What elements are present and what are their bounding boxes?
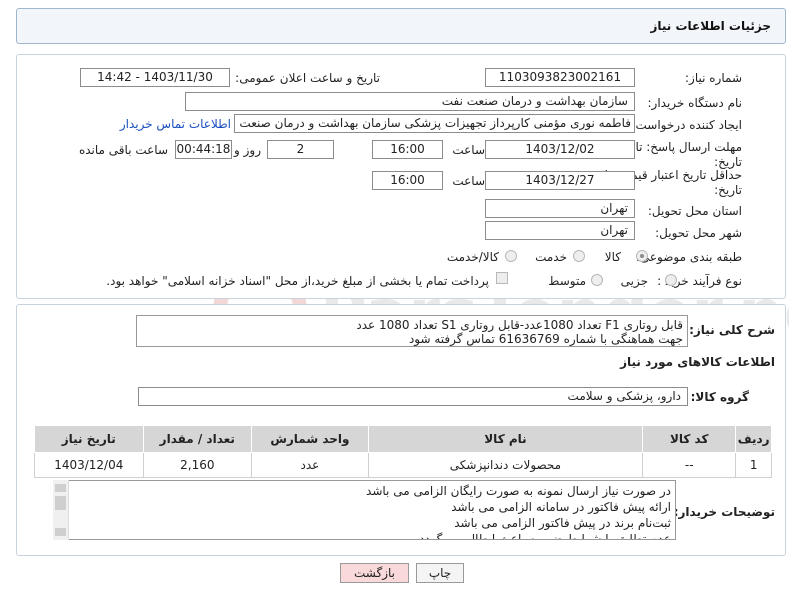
page-title: جزئیات اطلاعات نیاز [650,19,771,33]
reply-deadline-label: مهلت ارسال پاسخ: تا [635,140,742,154]
category-radio-service[interactable] [573,250,585,262]
remaining-days-label: روز و [234,143,261,157]
col-name: نام کالا [367,425,644,453]
purchase-type-radio-medium[interactable] [591,274,603,286]
treasury-checkbox[interactable] [496,272,508,284]
remaining-time-field: 00:44:18 [175,140,232,159]
description-line-1: قابل روتاری F1 تعداد 1080عدد-قابل روتاری… [356,318,683,332]
description-field: قابل روتاری F1 تعداد 1080عدد-قابل روتاری… [136,315,688,347]
cell-code: -- [642,452,737,478]
purchase-type-option-minor: جزیی [620,274,648,288]
reply-deadline-date-label: تاریخ: [714,155,742,169]
buyer-org-field: سازمان بهداشت و درمان صنعت نفت [185,92,635,111]
cell-unit: عدد [251,452,369,478]
cell-row: 1 [735,452,772,478]
cell-name: محصولات دندانپزشکی [367,452,644,478]
buyer-notes-label: توضیحات خریدار: [673,505,775,519]
buyer-contact-link[interactable]: اطلاعات تماس خریدار [120,117,231,131]
cell-qty: 2,160 [142,452,253,478]
reply-deadline-date-field: 1403/12/02 [485,140,635,159]
goods-group-label: گروه کالا: [690,390,749,404]
delivery-province-label: استان محل تحویل: [647,204,742,218]
buyer-note-line-1: در صورت نیاز ارسال نمونه به صورت رایگان … [366,484,671,498]
reply-deadline-time-label: ساعت [452,143,485,157]
price-validity-time-label: ساعت [452,174,485,188]
price-validity-date-field: 1403/12/27 [485,171,635,190]
buyer-note-line-2: ارائه پیش فاکتور در سامانه الزامی می باش… [451,500,671,514]
print-button[interactable]: چاپ [416,563,464,583]
buyer-notes-scrollbar[interactable] [53,480,69,540]
requester-label: ایجاد کننده درخواست: [631,118,742,132]
price-validity-date-label: تاریخ: [714,183,742,197]
cell-date: 1403/12/04 [34,452,144,478]
buyer-org-label: نام دستگاه خریدار: [647,96,743,110]
remaining-days-field: 2 [267,140,334,159]
remaining-time-label: ساعت باقی مانده [78,143,168,157]
need-number-field: 1103093823002161 [485,68,635,87]
col-code: کد کالا [642,425,737,453]
scroll-up-arrow[interactable] [55,484,66,492]
announce-datetime-field: 1403/11/30 - 14:42 [80,68,230,87]
col-unit: واحد شمارش [251,425,369,453]
purchase-type-radio-minor[interactable] [665,274,677,286]
category-option-service: خدمت [535,250,567,264]
buyer-note-line-4: عدم تطابق با شرایط ضمیمه باعث ابطال می گ… [419,532,671,540]
category-radio-goods[interactable] [636,250,648,262]
price-validity-time-field: 16:00 [372,171,443,190]
category-label: طبقه بندی موضوعی: [635,250,742,264]
requester-field: فاطمه نوری مؤمنی کارپرداز تجهیزات پزشکی … [234,114,635,133]
delivery-city-field: تهران [485,221,635,240]
buyer-notes-field[interactable]: در صورت نیاز ارسال نمونه به صورت رایگان … [53,480,676,540]
table-row: 1 -- محصولات دندانپزشکی عدد 2,160 1403/1… [34,452,772,478]
back-button[interactable]: بازگشت [340,563,409,583]
treasury-note: پرداخت تمام یا بخشی از مبلغ خرید،از محل … [106,274,489,288]
items-section-title: اطلاعات کالاهای مورد نیاز [620,355,775,369]
col-date: تاریخ نیاز [34,425,144,453]
col-row: ردیف [735,425,772,453]
reply-deadline-time-field: 16:00 [372,140,443,159]
category-option-goods-service: کالا/خدمت [446,250,499,264]
delivery-city-label: شهر محل تحویل: [655,226,742,240]
announce-datetime-label: تاریخ و ساعت اعلان عمومی: [235,71,380,85]
items-table-header: ردیف کد کالا نام کالا واحد شمارش تعداد /… [34,425,772,453]
delivery-province-field: تهران [485,199,635,218]
buyer-note-line-3: ثبت‌نام برند در پیش فاکتور الزامی می باش… [454,516,671,530]
purchase-type-option-medium: متوسط [548,274,586,288]
description-label: شرح کلی نیاز: [689,323,775,337]
header-panel: جزئیات اطلاعات نیاز [16,8,786,44]
col-qty: تعداد / مقدار [142,425,253,453]
category-radio-goods-service[interactable] [505,250,517,262]
need-number-label: شماره نیاز: [685,71,742,85]
scroll-down-arrow[interactable] [55,528,66,536]
description-line-2: جهت هماهنگی با شماره 61636769 تماس گرفته… [408,332,683,346]
scroll-thumb[interactable] [55,496,66,510]
category-option-goods: کالا [604,250,621,264]
goods-group-field: دارو، پزشکی و سلامت [138,387,688,406]
items-table: ردیف کد کالا نام کالا واحد شمارش تعداد /… [34,425,772,478]
